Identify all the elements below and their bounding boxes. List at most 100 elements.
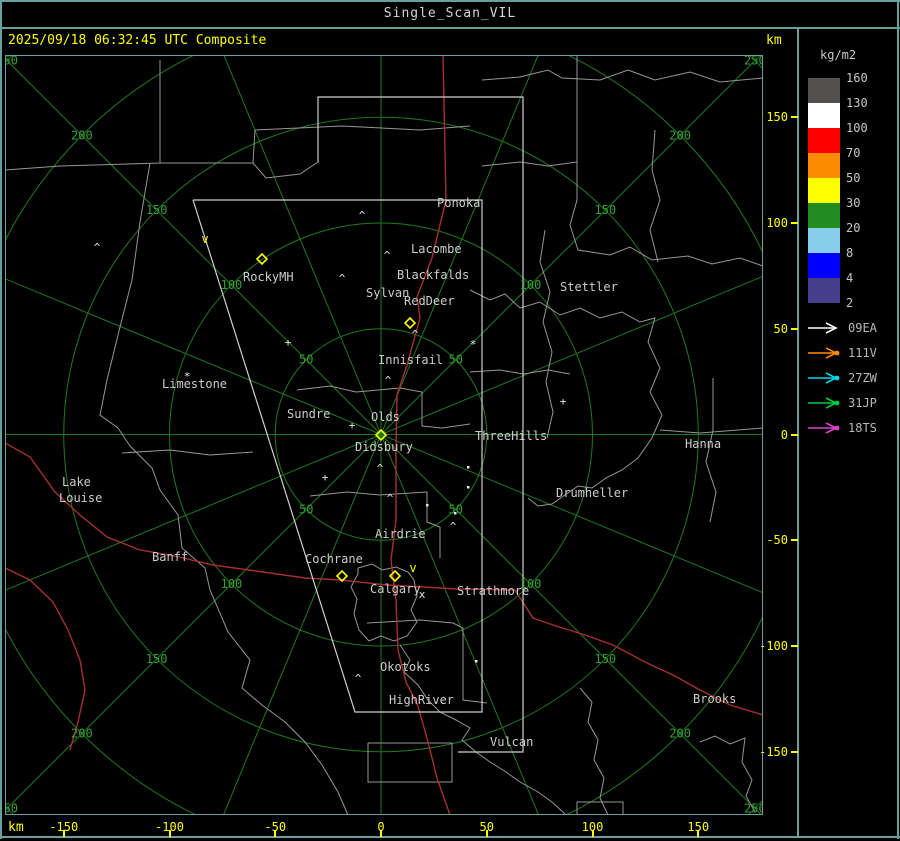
svg-text:50: 50 [299,353,313,367]
city-label: Lake [62,475,91,489]
colorbar-value: 20 [846,221,861,235]
bottom-axis-tick [591,830,594,837]
town-dot-icon [454,512,457,515]
city-label: Calgary [370,582,421,596]
right-axis-value: 150 [766,110,788,125]
town-dot-icon [426,504,429,507]
town-caret-icon: ^ [385,374,392,387]
right-axis-tick [791,327,798,330]
town-dot-icon [467,486,470,489]
bottom-axis-tick [697,830,700,837]
city-label: Lacombe [411,242,462,256]
city-label: Brooks [693,692,736,706]
scan-timestamp: 2025/09/18 06:32:45 UTC Composite [8,33,267,48]
town-caret-icon: ^ [355,672,362,685]
city-label: Olds [371,410,400,424]
right-axis-tick [791,750,798,753]
window-title-text: Single_Scan_VIL [383,6,517,21]
colorbar-value: 130 [846,96,868,110]
track-arrow-icon [808,397,840,409]
city-label: Sundre [287,407,330,421]
city-label: Sylvan [366,286,409,300]
bottom-axis-tick [168,830,171,837]
track-arrow-icon [808,372,840,384]
city-label: ThreeHills [475,429,547,443]
city-label: RedDeer [404,294,455,308]
colorbar-swatch [808,78,840,103]
town-plus-icon: + [349,419,356,432]
window-border-left [0,0,2,839]
svg-text:250: 250 [744,801,763,815]
right-axis-value: -100 [759,639,788,653]
town-caret-icon: ^ [94,241,101,254]
city-label: Vulcan [490,735,533,749]
svg-text:250: 250 [5,801,18,815]
right-axis-tick [791,222,798,224]
svg-text:150: 150 [594,203,616,217]
colorbar-swatch [808,128,840,153]
track-id: 111V [848,346,877,360]
storm-vector-icon: v [409,561,416,575]
right-axis-value: 100 [766,216,788,230]
town-caret-icon: ^ [450,520,457,533]
window-title: Single_Scan_VIL [0,0,900,27]
town-asterisk-icon: * [470,338,477,351]
city-label: Strathmore [457,584,529,598]
svg-text:100: 100 [221,278,243,292]
svg-text:150: 150 [146,652,168,666]
city-label: Louise [59,491,102,505]
bottom-axis-tick [274,830,277,837]
track-arrow-icon [808,347,840,359]
city-label: Okotoks [380,660,431,674]
town-dot-icon [475,660,478,663]
svg-text:100: 100 [221,577,243,591]
track-arrow-legend [808,322,840,434]
colorbar-value: 2 [846,296,854,310]
city-label: Limestone [162,377,227,391]
town-x-icon: x [419,588,426,601]
town-plus-icon: + [322,471,329,484]
right-axis-unit-label: km [766,33,782,48]
bottom-axis-tick [380,830,382,837]
colorbar-value: 160 [846,71,868,85]
svg-text:200: 200 [71,727,93,741]
right-axis-tick [791,116,798,119]
bottom-axis-tick [485,830,488,837]
right-axis-value: 0 [780,427,788,442]
bottom-axis-tick [62,830,65,837]
town-caret-icon: ^ [387,492,394,505]
town-dot-icon [467,466,470,469]
titlebar-separator [0,27,900,29]
city-label: Drumheller [556,486,628,500]
svg-text:100: 100 [520,278,542,292]
town-caret-icon: ^ [359,209,366,222]
svg-text:250: 250 [5,55,18,68]
colorbar-value: 30 [846,196,861,210]
city-label: Blackfalds [397,268,469,282]
city-label: Airdrie [375,527,426,541]
svg-text:200: 200 [669,128,691,142]
right-axis-tick [791,645,798,647]
town-plus-icon: + [560,395,567,408]
city-label: RockyMH [243,270,294,284]
colorbar-value: 4 [846,271,854,285]
legend-divider [797,27,799,836]
city-label: Innisfail [378,353,443,367]
colorbar-value: 8 [846,246,854,260]
colorbar-value: 70 [846,146,861,160]
window-border-bottom [0,836,900,838]
town-asterisk-icon: * [184,370,191,383]
colorbar-swatch [808,103,840,128]
colorbar-swatch [808,203,840,228]
colorbar-swatch [808,228,840,253]
city-label: Cochrane [305,552,363,566]
city-label: Didsbury [355,440,413,454]
colorbar-swatch [808,253,840,278]
town-caret-icon: ^ [384,249,391,262]
track-arrow-icon [808,422,840,434]
town-caret-icon: ^ [377,462,384,475]
radar-map: 50 100 150 200 250 50 100 150 200 250 50 100 150 200 2… [5,55,763,815]
window-border-right [897,0,899,839]
colorbar-value: 100 [846,121,868,135]
track-id: 31JP [848,396,877,410]
